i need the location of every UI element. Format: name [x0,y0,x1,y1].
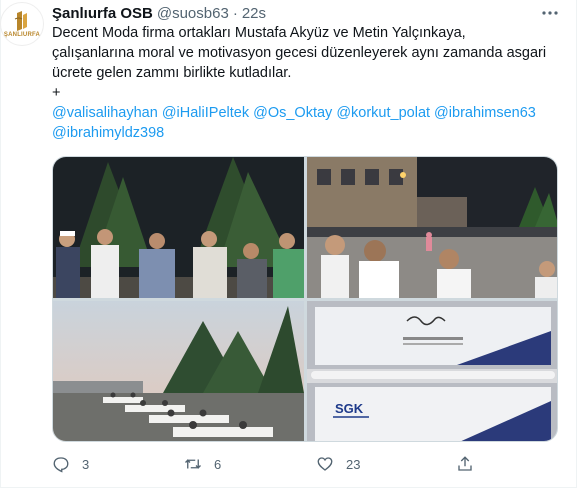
more-button[interactable] [538,3,562,23]
share-button[interactable] [456,452,474,476]
header-separator: · [232,4,238,22]
retweet-button[interactable]: 6 [184,452,221,476]
mention-line[interactable]: @ibrahimyldz398 [52,123,562,143]
share-icon [458,456,472,471]
reply-icon [53,457,69,473]
tweet-text: Decent Moda firma ortakları Mustafa Akyü… [52,23,562,143]
media-photo-dinner[interactable] [53,301,304,441]
sgk-logo-text: SGK [335,401,364,416]
tweet-text-line: + [52,85,61,101]
photo-dinner-art [53,301,304,441]
photo-group-art [53,157,304,298]
photo-dance-art [307,157,557,298]
tweet-header: Şanlıurfa OSB @suosb63 · 22s [52,3,266,23]
author-display-name[interactable]: Şanlıurfa OSB [52,5,153,22]
retweet-count: 6 [214,456,222,472]
reply-count: 3 [82,456,90,472]
mention-line[interactable]: @valisalihayhan @iHaliIPeltek @Os_Oktay … [52,103,562,123]
tweet-text-line: ücrete gelen zammı birlikte kutladılar. [52,65,292,81]
left-border [0,0,1,488]
media-photo-certificate[interactable]: SGK [307,301,557,441]
osb-logo-icon [14,10,27,31]
like-button[interactable]: 23 [316,452,360,476]
tweet-actions: 3 6 23 [52,452,482,476]
tweet-text-line: Decent Moda firma ortakları Mustafa Akyü… [52,25,466,41]
retweet-icon [185,459,201,469]
heart-icon [317,457,333,471]
avatar[interactable]: ŞANLIURFA [0,2,44,46]
tweet-timestamp[interactable]: 22s [242,5,266,22]
media-photo-group[interactable] [53,157,304,298]
media-grid: SGK [52,156,558,442]
reply-button[interactable]: 3 [52,452,89,476]
author-handle[interactable]: @suosb63 [157,5,229,22]
more-icon [542,11,558,15]
photo-certificate-art: SGK [307,301,557,441]
media-photo-dance[interactable] [307,157,557,298]
like-count: 23 [346,456,361,472]
tweet-text-line: çalışanlarına moral ve motivasyon gecesi… [52,45,547,61]
avatar-label: ŞANLIURFA [3,31,41,38]
